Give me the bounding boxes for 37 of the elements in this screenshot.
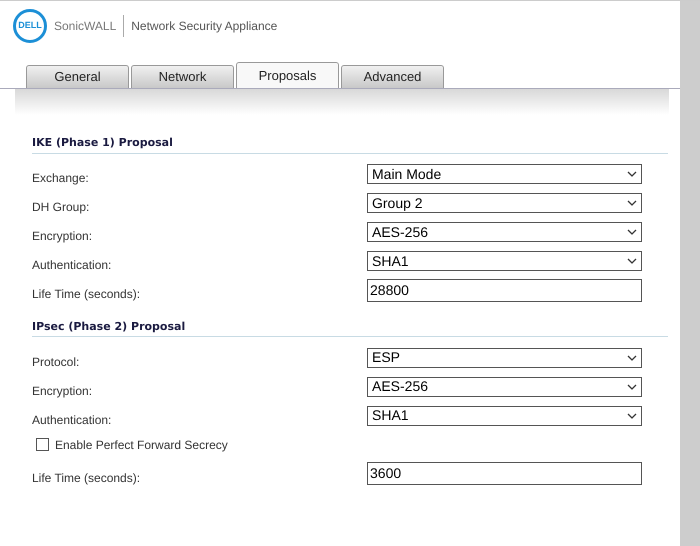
dropdown[interactable]: ESP <box>367 348 642 368</box>
field-label: Protocol: <box>32 354 80 370</box>
chevron-down-icon <box>627 258 637 264</box>
checkbox-label: Enable Perfect Forward Secrecy <box>55 436 228 454</box>
tab[interactable]: Advanced <box>341 65 444 88</box>
chevron-down-icon <box>627 229 637 235</box>
chevron-down-icon <box>627 412 637 418</box>
logo-icon: DELL <box>13 8 47 42</box>
input-field[interactable]: 28800 <box>367 278 642 302</box>
dropdown[interactable]: AES-256 <box>367 222 642 242</box>
dropdown[interactable]: SHA1 <box>367 251 642 271</box>
field-label: Encryption: <box>32 228 94 245</box>
field-label: Exchange: <box>32 170 90 187</box>
input-field[interactable]: 3600 <box>367 462 642 485</box>
field-label: Encryption: <box>32 382 94 400</box>
tab[interactable]: Proposals <box>236 62 339 88</box>
chevron-down-icon <box>627 354 637 360</box>
section-title: IKE (Phase 1) Proposal <box>32 135 668 154</box>
chevron-down-icon <box>627 171 637 177</box>
brand-name: SonicWALL <box>54 18 116 34</box>
field-label: Life Time (seconds): <box>32 470 142 486</box>
tab[interactable]: General <box>26 65 129 88</box>
field-label: Authentication: <box>32 257 112 274</box>
product-name: Network Security Appliance <box>131 18 278 34</box>
field-label: Authentication: <box>32 412 112 428</box>
chevron-down-icon <box>627 384 637 390</box>
chevron-down-icon <box>627 200 637 206</box>
dropdown[interactable]: Group 2 <box>367 193 642 213</box>
tab[interactable]: Network <box>131 65 234 88</box>
dropdown[interactable]: SHA1 <box>367 406 642 426</box>
checkbox[interactable] <box>36 438 49 451</box>
field-label: DH Group: <box>32 199 90 216</box>
field-label: Life Time (seconds): <box>32 286 142 303</box>
scrollbar[interactable] <box>680 1 700 546</box>
section-title: IPsec (Phase 2) Proposal <box>32 318 668 337</box>
dropdown[interactable]: AES-256 <box>367 376 642 396</box>
dropdown[interactable]: Main Mode <box>367 164 642 184</box>
